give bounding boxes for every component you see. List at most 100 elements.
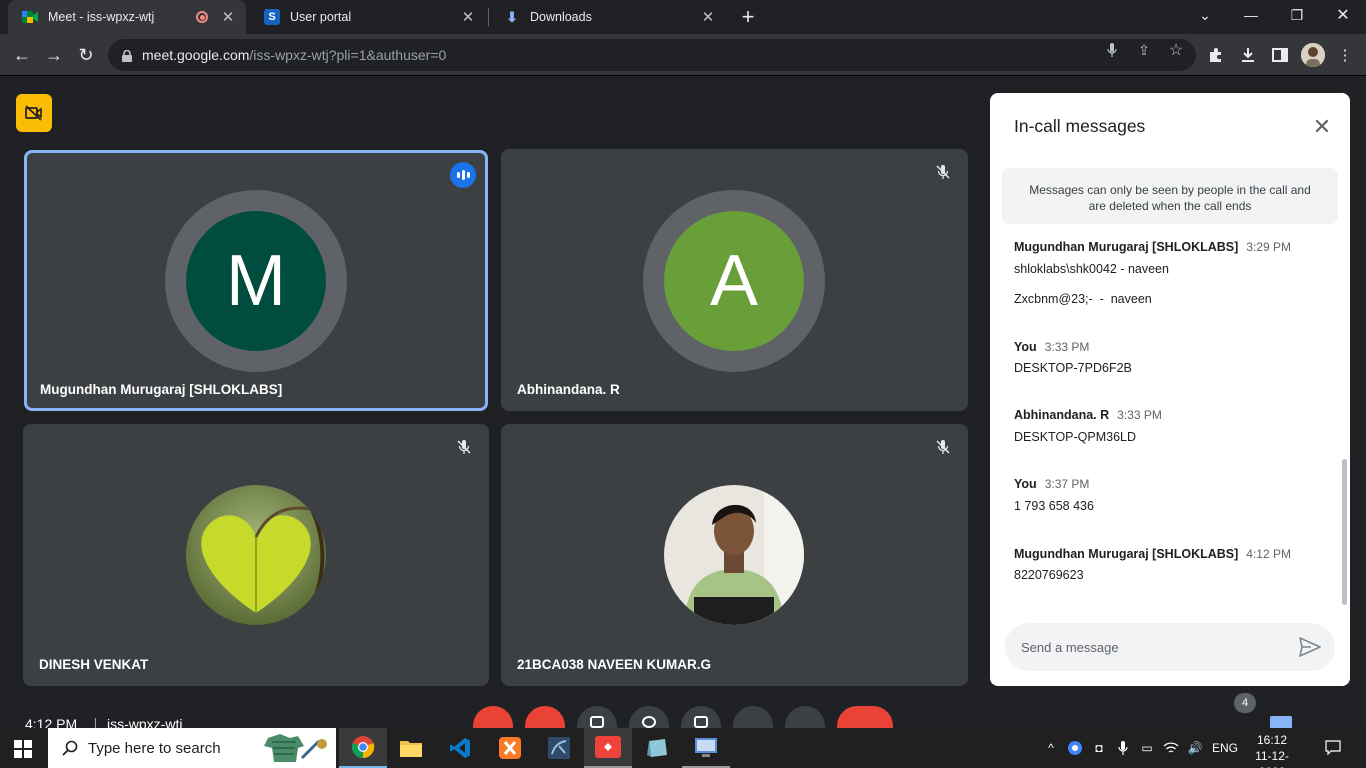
taskbar-xampp[interactable] (486, 728, 534, 768)
microphone-toggle-button[interactable] (473, 706, 513, 728)
wifi-icon[interactable] (1162, 739, 1180, 757)
close-panel-icon[interactable]: ✕ (1310, 114, 1334, 139)
captions-button[interactable] (577, 706, 617, 728)
participant-name: Mugundhan Murugaraj [SHLOKLABS] (40, 382, 283, 397)
taskbar-file-explorer[interactable] (387, 728, 435, 768)
side-panel-icon[interactable] (1269, 44, 1291, 66)
message: You 3:37 PM 1 793 658 436 (1014, 477, 1334, 513)
tab-title: Downloads (530, 10, 592, 24)
close-tab-icon[interactable]: ✕ (698, 7, 718, 27)
taskbar-vscode[interactable] (436, 728, 484, 768)
recording-indicator-icon (196, 11, 208, 23)
message-time: 3:33 PM (1044, 340, 1090, 354)
tab-meet[interactable]: Meet - iss-wpxz-wtj ✕ (8, 0, 246, 34)
participant-tile-dinesh[interactable]: DINESH VENKAT (23, 424, 489, 686)
message-text: DESKTOP-QPM36LD (1014, 430, 1137, 444)
message-sender: You (1014, 340, 1037, 354)
message-time: 3:33 PM (1117, 408, 1162, 422)
address-bar[interactable]: meet.google.com/iss-wpxz-wtj?pli=1&authu… (108, 39, 1196, 71)
close-tab-icon[interactable]: ✕ (218, 7, 238, 27)
close-tab-icon[interactable]: ✕ (458, 7, 478, 27)
share-icon[interactable]: ⇪ (1134, 40, 1154, 60)
browser-tab-strip: Meet - iss-wpxz-wtj ✕ S User portal ✕ ⬇ … (0, 0, 1366, 34)
taskbar-anydesk[interactable] (584, 728, 632, 768)
new-tab-button[interactable]: + (736, 4, 760, 29)
search-highlight-icon (264, 734, 327, 762)
reactions-button[interactable] (629, 706, 669, 728)
more-menu-icon[interactable]: ⋮ (1334, 44, 1356, 66)
windows-taskbar: Type here to search ^ ◘ ▭ 🔊 ENG 16:12 11… (0, 728, 1366, 768)
send-icon[interactable] (1299, 637, 1321, 657)
chat-icon[interactable] (1270, 716, 1292, 728)
taskbar-chrome[interactable] (339, 728, 387, 768)
forward-button[interactable]: → (40, 41, 68, 69)
camera-off-indicator[interactable] (16, 94, 52, 132)
clock-date: 11-12-2023 (1255, 749, 1289, 768)
tab-search-chevron-icon[interactable]: ⌄ (1182, 0, 1228, 30)
taskbar-clock[interactable]: 16:12 11-12-2023 (1244, 732, 1300, 768)
person-profile-photo (664, 485, 804, 625)
url-text: meet.google.com/iss-wpxz-wtj?pli=1&authu… (142, 47, 446, 63)
volume-icon[interactable]: 🔊 (1186, 739, 1204, 757)
message-text: Zxcbnm@23;- - naveen (1014, 292, 1152, 306)
bookmark-star-icon[interactable]: ☆ (1166, 40, 1186, 60)
chrome-remote-icon[interactable] (1066, 739, 1084, 757)
vscode-icon (450, 738, 470, 758)
show-hidden-icons-chevron-icon[interactable]: ^ (1042, 739, 1060, 757)
message-time: 3:37 PM (1044, 477, 1090, 491)
message-sender: Abhinandana. R (1014, 408, 1110, 422)
tab-downloads[interactable]: ⬇ Downloads ✕ (490, 0, 726, 34)
microphone-tray-icon[interactable] (1114, 739, 1132, 757)
downloads-icon[interactable] (1237, 44, 1259, 66)
taskbar-remote-desktop[interactable] (682, 728, 730, 768)
divider (95, 718, 96, 728)
meet-control-bar: 4:12 PM iss-wpxz-wtj (0, 704, 1366, 728)
meeting-info-button[interactable] (1166, 706, 1206, 728)
participant-tile-mugundhan[interactable]: M Mugundhan Murugaraj [SHLOKLABS] (24, 150, 488, 411)
search-placeholder: Type here to search (88, 739, 221, 757)
profile-avatar[interactable] (1301, 43, 1325, 67)
avatar: M (186, 211, 326, 351)
reload-button[interactable]: ↻ (72, 41, 100, 69)
webcam-icon[interactable]: ◘ (1090, 739, 1108, 757)
restore-button[interactable]: ❐ (1274, 0, 1320, 30)
taskbar-mysql-workbench[interactable] (535, 728, 583, 768)
minimize-button[interactable]: — (1228, 0, 1274, 30)
message-text: shloklabs\shk0042 - naveen (1014, 262, 1169, 276)
message-time: 3:29 PM (1246, 240, 1291, 254)
participant-name: 21BCA038 NAVEEN KUMAR.G (517, 657, 712, 672)
notifications-icon[interactable] (1324, 739, 1342, 757)
present-button[interactable] (681, 706, 721, 728)
close-window-button[interactable]: ✕ (1320, 0, 1366, 30)
mic-off-icon (932, 161, 954, 183)
taskbar-app-cube[interactable] (633, 728, 681, 768)
message-composer (1005, 623, 1335, 671)
tab-title: User portal (290, 10, 352, 24)
participant-tile-abhinandana[interactable]: A Abhinandana. R (501, 149, 968, 411)
messages-notice: Messages can only be seen by people in t… (1002, 168, 1338, 224)
camera-toggle-button[interactable] (525, 706, 565, 728)
taskbar-search-box[interactable]: Type here to search (48, 728, 336, 768)
participant-name: Abhinandana. R (517, 382, 620, 397)
chrome-icon (351, 736, 375, 759)
lock-icon (122, 49, 132, 62)
windows-start-icon[interactable] (14, 740, 32, 758)
anydesk-icon (595, 736, 621, 758)
back-button[interactable]: ← (8, 41, 36, 69)
cube-app-icon (647, 739, 667, 757)
user-portal-favicon-icon: S (264, 9, 280, 25)
activities-button[interactable] (1310, 706, 1350, 728)
more-options-button[interactable] (785, 706, 825, 728)
tab-user-portal[interactable]: S User portal ✕ (250, 0, 486, 34)
language-indicator[interactable]: ENG (1212, 739, 1238, 757)
messages-scrollbar[interactable] (1342, 459, 1347, 605)
extensions-icon[interactable] (1205, 44, 1227, 66)
send-message-input[interactable] (1021, 639, 1281, 655)
leave-call-button[interactable] (837, 706, 893, 728)
participant-tile-naveen[interactable]: 21BCA038 NAVEEN KUMAR.G (501, 424, 968, 686)
microphone-icon[interactable] (1102, 40, 1122, 60)
battery-icon[interactable]: ▭ (1138, 739, 1156, 757)
raise-hand-button[interactable] (733, 706, 773, 728)
meeting-code: iss-wpxz-wtj (107, 716, 183, 728)
panel-title: In-call messages (1014, 116, 1146, 136)
